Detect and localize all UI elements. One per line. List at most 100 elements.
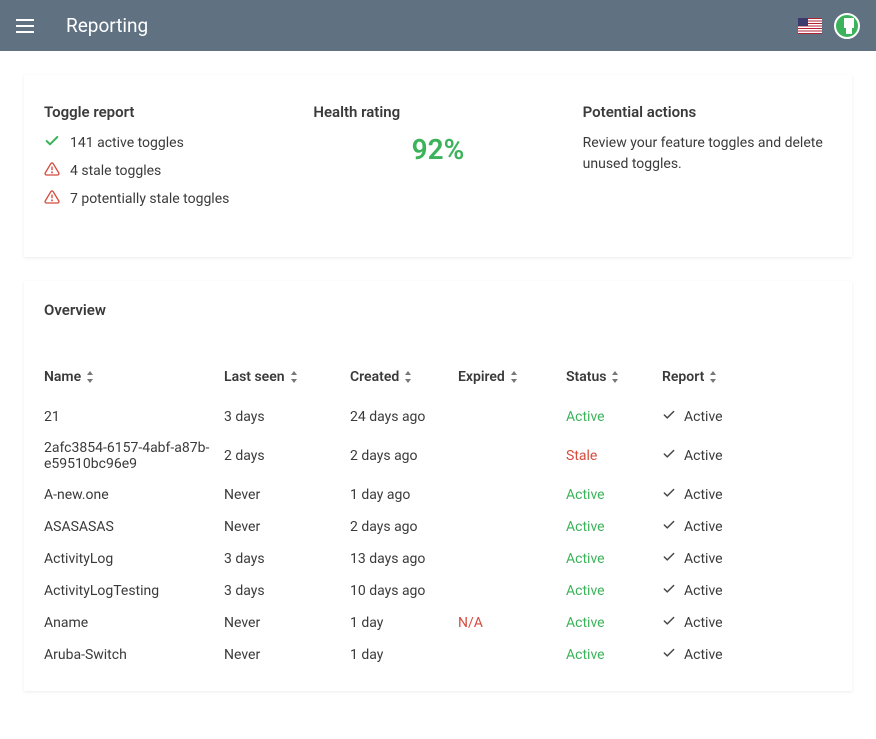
check-icon bbox=[662, 646, 676, 664]
cell-created: 1 day bbox=[350, 607, 458, 639]
cell-report: Active bbox=[662, 575, 832, 607]
cell-created: 1 day ago bbox=[350, 479, 458, 511]
cell-status: Active bbox=[566, 543, 662, 575]
cell-report: Active bbox=[662, 543, 832, 575]
cell-last: Never bbox=[224, 639, 350, 671]
locale-flag-us[interactable] bbox=[798, 18, 822, 34]
cell-created: 24 days ago bbox=[350, 401, 458, 433]
table-row[interactable]: ASASASASNever2 days agoActiveActive bbox=[44, 511, 832, 543]
cell-created: 2 days ago bbox=[350, 511, 458, 543]
overview-table: Name Last seen Created Expired Status Re… bbox=[44, 359, 832, 671]
cell-last: 2 days bbox=[224, 433, 350, 479]
table-row[interactable]: ActivityLogTesting3 days10 days ago Activ… bbox=[44, 575, 832, 607]
cell-last: Never bbox=[224, 607, 350, 639]
toggle-report-col: Toggle report 141 active toggles 4 stale … bbox=[44, 103, 293, 217]
table-row[interactable]: A-new.oneNever1 day ago ActiveActive bbox=[44, 479, 832, 511]
cell-name: Aname bbox=[44, 607, 224, 639]
header-right bbox=[798, 13, 860, 39]
cell-report: Active bbox=[662, 639, 832, 671]
sort-icon[interactable] bbox=[403, 371, 413, 383]
actions-title: Potential actions bbox=[583, 103, 832, 121]
sort-icon[interactable] bbox=[509, 371, 519, 383]
check-icon bbox=[662, 518, 676, 536]
cell-expired bbox=[458, 575, 566, 607]
cell-status: Stale bbox=[566, 433, 662, 479]
table-row[interactable]: 2afc3854-6157-4abf-a87b-e59510bc96e92 da… bbox=[44, 433, 832, 479]
cell-report: Active bbox=[662, 479, 832, 511]
cell-status: Active bbox=[566, 575, 662, 607]
col-created[interactable]: Created bbox=[350, 359, 458, 401]
cell-last: 3 days bbox=[224, 401, 350, 433]
cell-created: 2 days ago bbox=[350, 433, 458, 479]
table-row[interactable]: Aruba-SwitchNever1 day ActiveActive bbox=[44, 639, 832, 671]
toggle-line-text: 4 stale toggles bbox=[70, 163, 161, 179]
toggle-line-text: 141 active toggles bbox=[70, 135, 184, 151]
cell-name: ActivityLog bbox=[44, 543, 224, 575]
cell-name: 2afc3854-6157-4abf-a87b-e59510bc96e9 bbox=[44, 433, 224, 479]
check-icon bbox=[662, 408, 676, 426]
table-row[interactable]: AnameNever1 dayN/AActiveActive bbox=[44, 607, 832, 639]
cell-expired bbox=[458, 511, 566, 543]
cell-status: Active bbox=[566, 401, 662, 433]
cell-name: ActivityLogTesting bbox=[44, 575, 224, 607]
check-icon bbox=[662, 582, 676, 600]
sort-icon[interactable] bbox=[610, 371, 620, 383]
cell-last: Never bbox=[224, 479, 350, 511]
overview-title: Overview bbox=[44, 301, 832, 319]
col-report[interactable]: Report bbox=[662, 359, 832, 401]
toggle-line: 7 potentially stale toggles bbox=[44, 189, 293, 209]
col-status[interactable]: Status bbox=[566, 359, 662, 401]
health-value: 92% bbox=[313, 133, 562, 166]
cell-status: Active bbox=[566, 607, 662, 639]
table-row[interactable]: ActivityLog3 days13 days ago ActiveActive bbox=[44, 543, 832, 575]
table-row[interactable]: 213 days24 days ago ActiveActive bbox=[44, 401, 832, 433]
cell-report: Active bbox=[662, 511, 832, 543]
cell-expired bbox=[458, 543, 566, 575]
cell-report: Active bbox=[662, 401, 832, 433]
content: Toggle report 141 active toggles 4 stale … bbox=[0, 51, 876, 739]
actions-text: Review your feature toggles and delete u… bbox=[583, 133, 832, 175]
cell-created: 1 day bbox=[350, 639, 458, 671]
check-icon bbox=[662, 614, 676, 632]
actions-col: Potential actions Review your feature to… bbox=[583, 103, 832, 217]
health-title: Health rating bbox=[313, 103, 562, 121]
sort-icon[interactable] bbox=[289, 371, 299, 383]
page-title: Reporting bbox=[66, 14, 148, 37]
cell-name: 21 bbox=[44, 401, 224, 433]
cell-last: Never bbox=[224, 511, 350, 543]
warning-icon bbox=[44, 161, 60, 181]
cell-expired: N/A bbox=[458, 607, 566, 639]
cell-created: 10 days ago bbox=[350, 575, 458, 607]
check-icon bbox=[44, 133, 60, 153]
toggle-report-title: Toggle report bbox=[44, 103, 293, 121]
toggle-line: 4 stale toggles bbox=[44, 161, 293, 181]
cell-report: Active bbox=[662, 433, 832, 479]
sort-icon[interactable] bbox=[708, 371, 718, 383]
summary-card: Toggle report 141 active toggles 4 stale … bbox=[24, 75, 852, 257]
health-col: Health rating 92% bbox=[313, 103, 562, 217]
sort-icon[interactable] bbox=[85, 371, 95, 383]
menu-icon[interactable] bbox=[16, 15, 38, 37]
cell-status: Active bbox=[566, 479, 662, 511]
cell-name: ASASASAS bbox=[44, 511, 224, 543]
cell-report: Active bbox=[662, 607, 832, 639]
avatar[interactable] bbox=[834, 13, 860, 39]
cell-name: A-new.one bbox=[44, 479, 224, 511]
col-expired[interactable]: Expired bbox=[458, 359, 566, 401]
cell-name: Aruba-Switch bbox=[44, 639, 224, 671]
col-last[interactable]: Last seen bbox=[224, 359, 350, 401]
cell-status: Active bbox=[566, 639, 662, 671]
col-name[interactable]: Name bbox=[44, 359, 224, 401]
cell-last: 3 days bbox=[224, 575, 350, 607]
overview-card: Overview Name Last seen Created Expired … bbox=[24, 281, 852, 691]
cell-expired bbox=[458, 401, 566, 433]
cell-last: 3 days bbox=[224, 543, 350, 575]
check-icon bbox=[662, 447, 676, 465]
warning-icon bbox=[44, 189, 60, 209]
cell-created: 13 days ago bbox=[350, 543, 458, 575]
toggle-line-text: 7 potentially stale toggles bbox=[70, 191, 229, 207]
check-icon bbox=[662, 486, 676, 504]
cell-expired bbox=[458, 433, 566, 479]
cell-expired bbox=[458, 639, 566, 671]
check-icon bbox=[662, 550, 676, 568]
